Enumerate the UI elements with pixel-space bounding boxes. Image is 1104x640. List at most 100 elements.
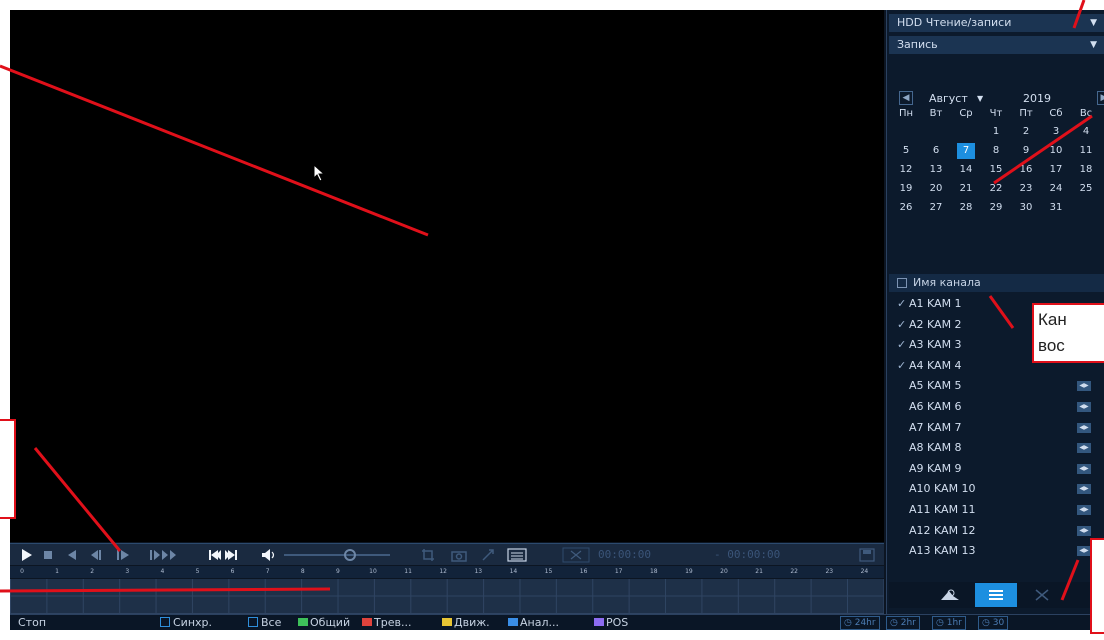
- tag-icon[interactable]: [480, 547, 496, 563]
- volume-slider[interactable]: [282, 547, 392, 563]
- stream-type-icon[interactable]: ◀▶: [1077, 443, 1091, 454]
- calendar-day[interactable]: 19: [897, 181, 915, 197]
- weekday-label: Чт: [989, 108, 1003, 119]
- calendar-day[interactable]: 28: [957, 200, 975, 216]
- hour-tick: 16: [579, 568, 588, 575]
- calendar-day[interactable]: 15: [987, 162, 1005, 178]
- calendar-day[interactable]: 17: [1047, 162, 1065, 178]
- calendar-day[interactable]: 30: [1017, 200, 1035, 216]
- calendar-day[interactable]: 29: [987, 200, 1005, 216]
- calendar-day[interactable]: 11: [1077, 143, 1095, 159]
- check-icon[interactable]: ✓: [897, 294, 906, 314]
- channel-item[interactable]: A10 KAM 10 ◀▶: [889, 479, 1104, 499]
- fast-icon[interactable]: [114, 547, 132, 563]
- calendar-day[interactable]: 24: [1047, 181, 1065, 197]
- calendar-day[interactable]: 20: [927, 181, 945, 197]
- channel-list-header[interactable]: Имя канала: [889, 274, 1104, 292]
- channel-name: A5 KAM 5: [909, 379, 962, 393]
- all-checkbox[interactable]: Все: [248, 615, 281, 630]
- channel-item[interactable]: A9 KAM 9 ◀▶: [889, 459, 1104, 479]
- channel-item[interactable]: A5 KAM 5 ◀▶: [889, 376, 1104, 396]
- clip-scissors-icon[interactable]: [562, 547, 590, 563]
- calendar-day[interactable]: 21: [957, 181, 975, 197]
- hour-tick: 18: [649, 568, 658, 575]
- stream-type-icon[interactable]: ◀▶: [1077, 463, 1091, 474]
- timeline-bar[interactable]: [10, 579, 884, 614]
- stream-type-icon[interactable]: ◀▶: [1077, 484, 1091, 495]
- channel-item[interactable]: A6 KAM 6 ◀▶: [889, 397, 1104, 417]
- list-view-icon[interactable]: [975, 583, 1017, 607]
- stream-type-icon[interactable]: ◀▶: [1077, 505, 1091, 515]
- calendar-day[interactable]: 6: [927, 143, 945, 159]
- stop-icon[interactable]: [42, 547, 56, 563]
- stream-type-icon[interactable]: ◀▶: [1077, 546, 1091, 557]
- stream-type-icon[interactable]: ◀▶: [1077, 381, 1091, 392]
- calendar-day[interactable]: 8: [987, 143, 1005, 159]
- calendar-day[interactable]: 13: [927, 162, 945, 178]
- zoom-button[interactable]: ◷ 1hr: [932, 616, 966, 630]
- calendar-day[interactable]: 23: [1017, 181, 1035, 197]
- calendar-day[interactable]: 9: [1017, 143, 1035, 159]
- hour-tick: 24: [860, 568, 869, 575]
- timeline-hour-scale: 0 1 2 3 4 5 6 7 8 9 10 11 12 13 14 15 16 17 18 19 20 21 22 23 24: [10, 566, 884, 578]
- calendar-day[interactable]: 5: [897, 143, 915, 159]
- calendar-day[interactable]: 10: [1047, 143, 1065, 159]
- select-all-checkbox[interactable]: [897, 278, 907, 288]
- calendar-day[interactable]: 7: [957, 143, 975, 159]
- channel-name: A4 KAM 4: [909, 358, 962, 372]
- calendar-day[interactable]: 2: [1017, 124, 1035, 140]
- smart-search-icon[interactable]: [929, 583, 971, 607]
- calendar-day[interactable]: 18: [1077, 162, 1095, 178]
- calendar-day[interactable]: 14: [957, 162, 975, 178]
- reverse-play-icon[interactable]: [66, 547, 80, 563]
- calendar-grid-icon[interactable]: [506, 547, 528, 563]
- next-month-icon[interactable]: ▶: [1097, 91, 1104, 105]
- snapshot-icon[interactable]: [450, 547, 468, 563]
- calendar-day[interactable]: 31: [1047, 200, 1065, 216]
- crop-icon[interactable]: [420, 547, 436, 563]
- storage-select[interactable]: HDD Чтение/записи ▼: [889, 14, 1104, 32]
- calendar-day[interactable]: 16: [1017, 162, 1035, 178]
- zoom-label: 1hr: [946, 618, 962, 628]
- stream-type-icon[interactable]: ◀▶: [1077, 402, 1091, 412]
- calendar-day[interactable]: 12: [897, 162, 915, 178]
- record-type-select[interactable]: Запись ▼: [889, 36, 1104, 54]
- sync-checkbox[interactable]: Синхр.: [160, 615, 212, 630]
- calendar-day[interactable]: 26: [897, 200, 915, 216]
- mouse-cursor-icon: [313, 164, 326, 182]
- channel-item[interactable]: A8 KAM 8 ◀▶: [889, 438, 1104, 458]
- save-clip-icon[interactable]: [858, 547, 876, 563]
- channel-name: A10 KAM 10: [909, 482, 976, 496]
- volume-icon[interactable]: [260, 547, 278, 563]
- check-icon[interactable]: ✓: [897, 315, 906, 335]
- zoom-button[interactable]: ◷ 2hr: [886, 616, 920, 630]
- calendar-day[interactable]: 22: [987, 181, 1005, 197]
- calendar-day[interactable]: 3: [1047, 124, 1065, 140]
- storage-select-value: HDD Чтение/записи: [897, 16, 1012, 29]
- stream-type-icon[interactable]: ◀▶: [1077, 422, 1091, 433]
- play-icon[interactable]: [20, 547, 36, 563]
- calendar-day[interactable]: 4: [1077, 124, 1095, 140]
- hour-tick: 19: [685, 568, 693, 575]
- prev-next-day-icon[interactable]: [208, 547, 238, 563]
- weekday-label: Ср: [959, 108, 973, 119]
- hour-tick: 2: [90, 568, 95, 575]
- calendar-day[interactable]: 27: [927, 200, 945, 216]
- check-icon[interactable]: ✓: [897, 335, 906, 355]
- channel-item[interactable]: A11 KAM 11 ◀▶: [889, 500, 1104, 520]
- zoom-button[interactable]: ◷ 24hr: [840, 616, 880, 630]
- legend-swatch: [508, 618, 518, 626]
- slow-icon[interactable]: [90, 547, 108, 563]
- prev-month-icon[interactable]: ◀: [899, 91, 913, 105]
- channel-item[interactable]: A12 KAM 12 ◀▶: [889, 521, 1104, 541]
- channel-item[interactable]: A13 KAM 13 ◀▶: [889, 541, 1104, 561]
- check-icon[interactable]: ✓: [897, 356, 906, 376]
- stream-type-icon[interactable]: ◀▶: [1077, 525, 1091, 536]
- zoom-button[interactable]: ◷ 30: [978, 616, 1009, 630]
- calendar-day[interactable]: 1: [987, 124, 1005, 140]
- calendar-day[interactable]: 25: [1077, 181, 1095, 197]
- channel-item[interactable]: A7 KAM 7 ◀▶: [889, 418, 1104, 438]
- frame-step-icon[interactable]: [148, 547, 178, 563]
- clip-list-icon[interactable]: [1021, 583, 1063, 607]
- video-area[interactable]: [10, 10, 884, 542]
